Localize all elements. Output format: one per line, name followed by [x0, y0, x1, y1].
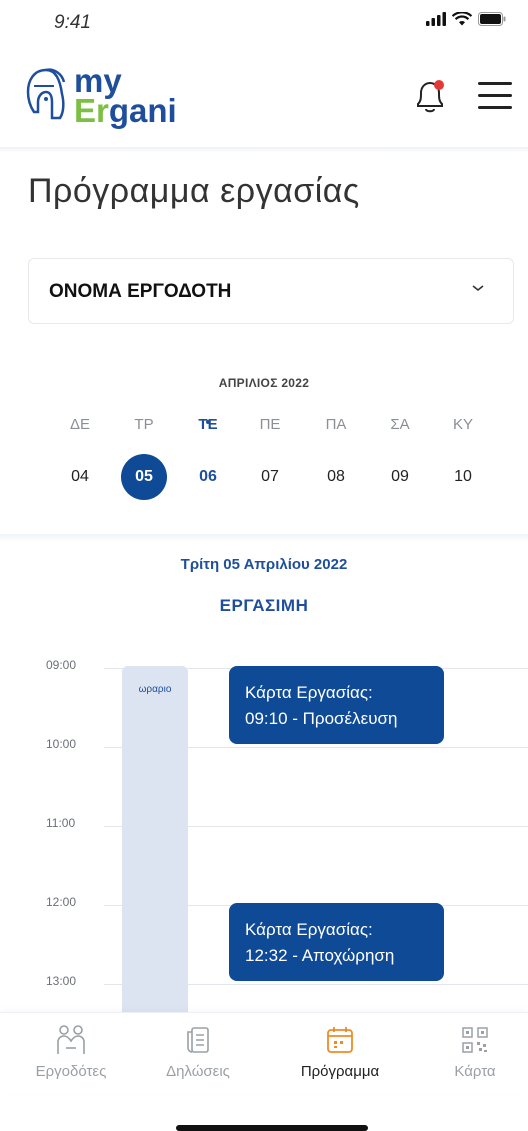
day-date: 08 — [327, 468, 345, 485]
wifi-icon — [452, 12, 472, 26]
status-icons — [426, 12, 506, 26]
logo-wordmark: my Ergani — [74, 64, 177, 129]
day-cell[interactable]: ΔΕ 04 — [50, 416, 110, 500]
tab-label: Κάρτα — [454, 1063, 496, 1080]
event-detail: 09:10 - Προσέλευση — [245, 709, 398, 728]
hour-label: 11:00 — [46, 816, 76, 830]
event-title: Κάρτα Εργασίας: — [245, 920, 373, 939]
day-name: ΚΥ — [452, 416, 473, 433]
day-date: 04 — [71, 468, 89, 485]
app-logo[interactable]: my Ergani — [24, 64, 177, 129]
tab-label: Εργοδότες — [35, 1063, 107, 1080]
tab-label: Πρόγραμμα — [300, 1063, 380, 1080]
logo-ergani: Ergani — [74, 92, 177, 129]
signal-icon — [426, 12, 446, 26]
notifications-button[interactable] — [412, 78, 448, 121]
day-date: 10 — [454, 468, 472, 485]
day-cell[interactable]: ΚΥ 10 — [433, 416, 493, 500]
spartan-helmet-logo-icon — [26, 68, 66, 120]
qr-card-icon — [462, 1027, 488, 1053]
header-divider — [0, 147, 528, 153]
tab-schedule[interactable]: Πρόγραμμα — [285, 1023, 395, 1080]
schedule-label: ωραριο — [138, 684, 172, 695]
battery-icon — [478, 12, 506, 26]
day-date: 07 — [261, 468, 279, 485]
employer-dropdown[interactable]: ΟΝΟΜΑ ΕΡΓΟΔΟΤΗ — [28, 258, 514, 324]
menu-line — [478, 94, 512, 97]
notification-dot — [434, 80, 444, 90]
menu-button[interactable] — [478, 82, 512, 112]
section-divider — [0, 534, 528, 542]
day-date: 05 — [121, 454, 167, 500]
day-type-label: ΕΡΓΑΣΙΜΗ — [219, 596, 309, 615]
selected-date-label: Τρίτη 05 Απριλίου 2022 — [180, 556, 348, 573]
day-name: ΣΑ — [390, 416, 410, 433]
employer-dropdown-value: ΟΝΟΜΑ ΕΡΓΟΔΟΤΗ — [49, 281, 232, 302]
declarations-icon — [187, 1027, 209, 1053]
event-card-check-in[interactable]: Κάρτα Εργασίας: 09:10 - Προσέλευση — [229, 666, 444, 744]
day-cell-today[interactable]: ΤΕ 06 — [178, 416, 238, 500]
day-name: ΠΑ — [325, 416, 347, 433]
bottom-tab-bar: Εργοδότες Δηλώσεις Πρόγραμμα Κάρτα — [0, 1012, 528, 1093]
employers-icon — [57, 1025, 85, 1054]
day-date: 09 — [391, 468, 409, 485]
day-name: ΔΕ — [69, 416, 91, 433]
hour-label: 12:00 — [46, 895, 77, 909]
day-cell[interactable]: ΠΕ 07 — [240, 416, 300, 500]
day-cell-selected[interactable]: ΤΡ 05 — [114, 416, 174, 500]
hour-label: 09:00 — [46, 658, 77, 672]
day-name: ΠΕ — [259, 416, 281, 433]
calendar-month: ΑΠΡΙΛΙΟΣ 2022 — [218, 376, 310, 390]
work-schedule-block[interactable]: ωραριο — [122, 666, 188, 1012]
event-card-check-out[interactable]: Κάρτα Εργασίας: 12:32 - Αποχώρηση — [229, 903, 444, 981]
event-title: Κάρτα Εργασίας: — [245, 683, 373, 702]
day-name: ΤΡ — [134, 416, 154, 433]
menu-line — [478, 82, 512, 85]
tab-card[interactable]: Κάρτα — [420, 1023, 528, 1080]
hour-label: 13:00 — [46, 974, 77, 988]
status-time: 9:41 — [54, 12, 91, 33]
page-title: Πρόγραμμα εργασίας — [28, 172, 360, 210]
tab-employers[interactable]: Εργοδότες — [16, 1023, 126, 1080]
hour-label: 10:00 — [46, 737, 77, 751]
chevron-down-icon — [472, 285, 484, 292]
app-header: my Ergani — [0, 48, 528, 148]
day-cell[interactable]: ΠΑ 08 — [306, 416, 366, 500]
today-indicator — [206, 420, 210, 424]
day-date: 06 — [199, 468, 217, 485]
event-detail: 12:32 - Αποχώρηση — [245, 946, 395, 965]
tab-declarations[interactable]: Δηλώσεις — [143, 1023, 253, 1080]
calendar-icon — [327, 1027, 353, 1053]
home-indicator — [176, 1125, 368, 1131]
day-cell[interactable]: ΣΑ 09 — [370, 416, 430, 500]
menu-line — [478, 106, 512, 109]
status-bar: 9:41 — [0, 0, 528, 44]
day-timeline[interactable]: 09:00 10:00 11:00 12:00 13:00 ωραριο Κάρ… — [0, 654, 528, 1012]
bell-icon — [417, 80, 444, 113]
tab-label: Δηλώσεις — [166, 1063, 230, 1080]
